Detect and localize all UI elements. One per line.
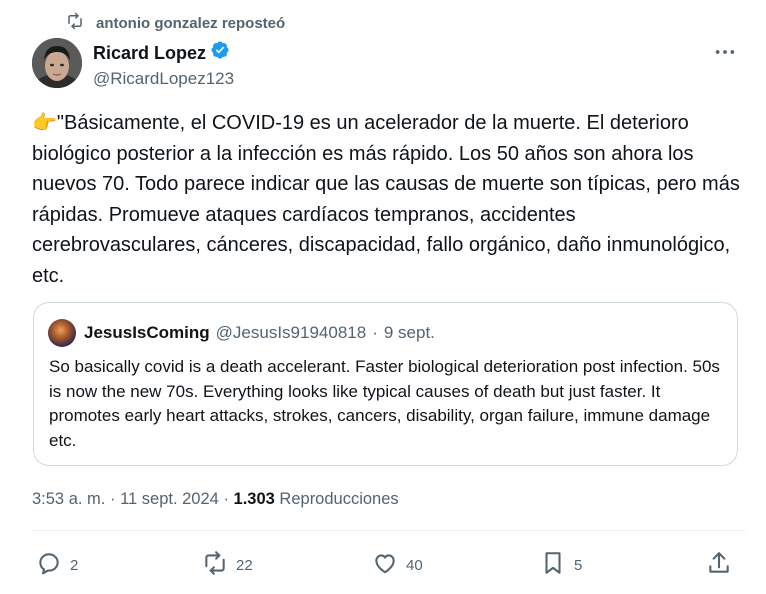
views-count: 1.303	[233, 490, 275, 508]
share-button[interactable]	[706, 550, 732, 580]
divider	[32, 530, 746, 531]
quote-separator: ·	[372, 323, 378, 342]
author-name[interactable]: Ricard Lopez	[93, 42, 206, 64]
repost-indicator[interactable]: antonio gonzalez reposteó	[66, 12, 285, 34]
post-body: "Básicamente, el COVID-19 es un acelerad…	[32, 112, 740, 287]
bookmark-count: 5	[574, 556, 583, 574]
heart-icon	[372, 550, 398, 580]
more-options-button[interactable]	[712, 42, 738, 62]
verified-badge-icon	[210, 40, 230, 65]
repost-count: 22	[236, 556, 253, 574]
quote-text: So basically covid is a death accelerant…	[49, 357, 720, 450]
repost-button[interactable]: 22	[202, 550, 253, 580]
repost-action-icon	[202, 550, 228, 580]
post-meta: 3:53 a. m. · 11 sept. 2024 · 1.303 Repro…	[32, 490, 399, 509]
reply-count: 2	[70, 556, 79, 574]
reply-button[interactable]: 2	[36, 550, 78, 580]
reply-icon	[36, 550, 62, 580]
share-icon	[706, 550, 732, 580]
bookmark-icon	[540, 550, 566, 580]
repost-icon	[66, 12, 84, 34]
action-bar: 2 22 40 5	[36, 550, 736, 580]
avatar[interactable]	[32, 38, 82, 88]
meta-separator: ·	[223, 490, 229, 508]
author-info[interactable]: Ricard Lopez @RicardLopez123	[93, 40, 234, 89]
like-button[interactable]: 40	[372, 550, 423, 580]
quote-date: 9 sept.	[383, 323, 435, 342]
bookmark-button[interactable]: 5	[540, 550, 582, 580]
post-date[interactable]: 11 sept. 2024	[120, 490, 219, 508]
like-count: 40	[406, 556, 423, 574]
more-icon	[714, 43, 736, 61]
meta-separator: ·	[109, 490, 116, 508]
quote-author-handle: @JesusIs91940818	[215, 323, 367, 342]
post-text: 👉"Básicamente, el COVID-19 es un acelera…	[32, 108, 742, 291]
views-label: Reproducciones	[279, 490, 399, 508]
author-handle[interactable]: @RicardLopez123	[93, 69, 234, 89]
pointing-hand-emoji: 👉	[32, 112, 57, 134]
post-time[interactable]: 3:53 a. m.	[32, 490, 105, 508]
quote-avatar	[48, 319, 76, 347]
quoted-post[interactable]: JesusIsComing @JesusIs91940818 · 9 sept.…	[33, 302, 738, 466]
quote-author-name: JesusIsComing	[84, 323, 210, 342]
repost-label: antonio gonzalez reposteó	[96, 14, 286, 32]
